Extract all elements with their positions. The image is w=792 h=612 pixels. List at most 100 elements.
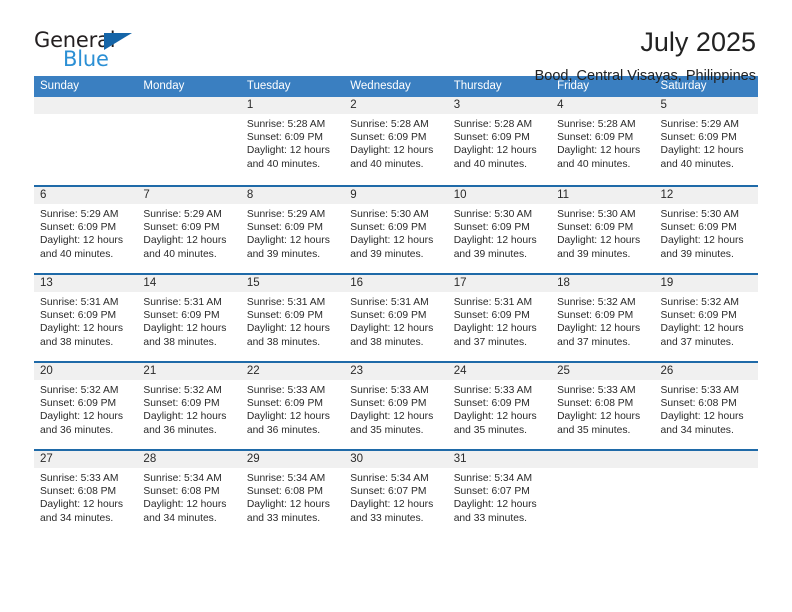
calendar-day-cell[interactable]: 24 Sunrise: 5:33 AM Sunset: 6:09 PM Dayligh… [447,363,552,449]
weekday-header-thursday: Thursday [453,80,502,92]
sunset-text: Sunset: 6:09 PM [143,398,220,410]
day-sun-info: Sunrise: 5:33 AM Sunset: 6:08 PM Daylight:… [655,380,758,437]
calendar-day-cell[interactable]: 8 Sunrise: 5:29 AM Sunset: 6:09 PM Daylight… [240,187,345,273]
calendar-day-cell[interactable]: 13 Sunrise: 5:31 AM Sunset: 6:09 PM Dayligh… [34,275,138,361]
sunset-text: Sunset: 6:09 PM [557,222,634,234]
day-number: 27 [34,451,138,468]
calendar-day-cell[interactable]: 21 Sunrise: 5:32 AM Sunset: 6:09 PM Dayligh… [137,363,241,449]
day-sun-info: Sunrise: 5:29 AM Sunset: 6:09 PM Daylight:… [34,204,137,261]
calendar-day-cell[interactable]: 7 Sunrise: 5:29 AM Sunset: 6:09 PM Daylight… [137,187,241,273]
day-number: 30 [344,451,448,468]
day-number: 7 [137,187,241,204]
daylight-text: Daylight: 12 hours and 39 minutes. [453,235,537,260]
calendar-day-cell[interactable]: 12 Sunrise: 5:30 AM Sunset: 6:09 PM Dayligh… [654,187,758,273]
calendar-day-cell[interactable]: 9 Sunrise: 5:30 AM Sunset: 6:09 PM Daylight… [344,187,448,273]
day-sun-info: Sunrise: 5:33 AM Sunset: 6:09 PM Daylight:… [241,380,344,437]
calendar-day-cell[interactable]: 16 Sunrise: 5:31 AM Sunset: 6:09 PM Dayligh… [344,275,448,361]
sunrise-text: Sunrise: 5:32 AM [660,297,739,308]
day-number: 21 [137,363,241,380]
sunset-text: Sunset: 6:09 PM [40,310,117,322]
daylight-text: Daylight: 12 hours and 40 minutes. [40,235,123,260]
calendar-week-row: 13 Sunrise: 5:31 AM Sunset: 6:09 PM Dayligh… [34,273,758,361]
general-blue-logo[interactable]: General Blue [34,28,154,74]
calendar-day-cell[interactable]: 22 Sunrise: 5:33 AM Sunset: 6:09 PM Dayligh… [240,363,345,449]
daylight-text: Daylight: 12 hours and 40 minutes. [557,145,641,170]
calendar-day-cell[interactable]: 25 Sunrise: 5:33 AM Sunset: 6:08 PM Dayligh… [551,363,655,449]
daylight-text: Daylight: 12 hours and 33 minutes. [246,499,330,524]
day-number [654,451,758,468]
day-number: 16 [344,275,448,292]
calendar-day-cell[interactable]: 2 Sunrise: 5:28 AM Sunset: 6:09 PM Daylight… [344,97,448,185]
day-number: 6 [34,187,138,204]
day-sun-info: Sunrise: 5:28 AM Sunset: 6:09 PM Daylight:… [448,114,551,171]
day-number: 1 [240,97,345,114]
calendar-day-cell[interactable]: 26 Sunrise: 5:33 AM Sunset: 6:08 PM Dayligh… [654,363,758,449]
weekday-header-monday: Monday [143,80,185,92]
calendar-day-cell[interactable]: 29 Sunrise: 5:34 AM Sunset: 6:08 PM Dayligh… [240,451,345,537]
sunset-text: Sunset: 6:09 PM [660,310,737,322]
calendar-day-cell[interactable]: 18 Sunrise: 5:32 AM Sunset: 6:09 PM Dayligh… [551,275,655,361]
daylight-text: Daylight: 12 hours and 35 minutes. [557,411,641,436]
sunset-text: Sunset: 6:09 PM [246,398,323,410]
sunset-text: Sunset: 6:09 PM [246,310,323,322]
calendar-day-cell[interactable]: 10 Sunrise: 5:30 AM Sunset: 6:09 PM Dayligh… [447,187,552,273]
calendar-day-cell[interactable]: 28 Sunrise: 5:34 AM Sunset: 6:08 PM Dayligh… [137,451,241,537]
sunset-text: Sunset: 6:08 PM [143,486,220,498]
sunrise-text: Sunrise: 5:32 AM [40,385,119,396]
day-number: 26 [654,363,758,380]
sunset-text: Sunset: 6:09 PM [453,222,530,234]
calendar-weeks: 1 Sunrise: 5:28 AM Sunset: 6:09 PM Daylight… [34,97,758,537]
day-sun-info: Sunrise: 5:32 AM Sunset: 6:09 PM Daylight:… [34,380,137,437]
daylight-text: Daylight: 12 hours and 37 minutes. [557,323,641,348]
daylight-text: Daylight: 12 hours and 38 minutes. [350,323,434,348]
calendar-day-cell[interactable]: 5 Sunrise: 5:29 AM Sunset: 6:09 PM Daylight… [654,97,758,185]
day-number: 15 [240,275,345,292]
calendar-day-cell[interactable]: 14 Sunrise: 5:31 AM Sunset: 6:09 PM Dayligh… [137,275,241,361]
day-sun-info: Sunrise: 5:34 AM Sunset: 6:08 PM Daylight:… [137,468,240,525]
daylight-text: Daylight: 12 hours and 34 minutes. [143,499,227,524]
calendar-day-cell[interactable]: 30 Sunrise: 5:34 AM Sunset: 6:07 PM Dayligh… [344,451,448,537]
sunrise-text: Sunrise: 5:33 AM [40,473,119,484]
daylight-text: Daylight: 12 hours and 37 minutes. [660,323,744,348]
sunset-text: Sunset: 6:09 PM [660,132,737,144]
calendar-day-cell[interactable]: 19 Sunrise: 5:32 AM Sunset: 6:09 PM Dayligh… [654,275,758,361]
calendar-day-cell[interactable]: 17 Sunrise: 5:31 AM Sunset: 6:09 PM Dayligh… [447,275,552,361]
day-sun-info: Sunrise: 5:28 AM Sunset: 6:09 PM Daylight:… [344,114,447,171]
calendar-day-cell[interactable]: 6 Sunrise: 5:29 AM Sunset: 6:09 PM Daylight… [34,187,138,273]
daylight-text: Daylight: 12 hours and 40 minutes. [453,145,537,170]
sunset-text: Sunset: 6:08 PM [246,486,323,498]
sunrise-text: Sunrise: 5:30 AM [350,209,429,220]
day-sun-info: Sunrise: 5:31 AM Sunset: 6:09 PM Daylight:… [137,292,240,349]
sunrise-text: Sunrise: 5:33 AM [660,385,739,396]
calendar-day-cell[interactable]: 3 Sunrise: 5:28 AM Sunset: 6:09 PM Daylight… [447,97,552,185]
calendar-day-cell[interactable]: 11 Sunrise: 5:30 AM Sunset: 6:09 PM Dayligh… [551,187,655,273]
sunset-text: Sunset: 6:09 PM [350,310,427,322]
day-number [551,451,655,468]
sunset-text: Sunset: 6:09 PM [453,398,530,410]
sunset-text: Sunset: 6:09 PM [143,310,220,322]
daylight-text: Daylight: 12 hours and 35 minutes. [453,411,537,436]
calendar-day-cell[interactable]: 15 Sunrise: 5:31 AM Sunset: 6:09 PM Dayligh… [240,275,345,361]
sunset-text: Sunset: 6:09 PM [350,398,427,410]
calendar-day-cell[interactable]: 1 Sunrise: 5:28 AM Sunset: 6:09 PM Daylight… [240,97,345,185]
sunset-text: Sunset: 6:09 PM [453,310,530,322]
calendar-day-cell[interactable]: 27 Sunrise: 5:33 AM Sunset: 6:08 PM Dayligh… [34,451,138,537]
day-sun-info: Sunrise: 5:29 AM Sunset: 6:09 PM Daylight:… [137,204,240,261]
day-sun-info: Sunrise: 5:33 AM Sunset: 6:08 PM Daylight:… [551,380,654,437]
daylight-text: Daylight: 12 hours and 34 minutes. [660,411,744,436]
daylight-text: Daylight: 12 hours and 40 minutes. [660,145,744,170]
day-number: 17 [447,275,552,292]
day-number: 4 [551,97,655,114]
day-number: 13 [34,275,138,292]
sunrise-text: Sunrise: 5:31 AM [453,297,533,308]
calendar-day-cell[interactable]: 23 Sunrise: 5:33 AM Sunset: 6:09 PM Dayligh… [344,363,448,449]
calendar-day-cell[interactable]: 31 Sunrise: 5:34 AM Sunset: 6:07 PM Dayligh… [447,451,552,537]
calendar-day-cell-empty [137,97,241,185]
sunrise-text: Sunrise: 5:28 AM [453,119,533,130]
day-sun-info: Sunrise: 5:31 AM Sunset: 6:09 PM Daylight:… [448,292,551,349]
sunrise-text: Sunrise: 5:30 AM [557,209,636,220]
sunset-text: Sunset: 6:08 PM [660,398,737,410]
calendar-day-cell[interactable]: 20 Sunrise: 5:32 AM Sunset: 6:09 PM Dayligh… [34,363,138,449]
day-sun-info: Sunrise: 5:33 AM Sunset: 6:09 PM Daylight:… [448,380,551,437]
calendar-day-cell[interactable]: 4 Sunrise: 5:28 AM Sunset: 6:09 PM Daylight… [551,97,655,185]
